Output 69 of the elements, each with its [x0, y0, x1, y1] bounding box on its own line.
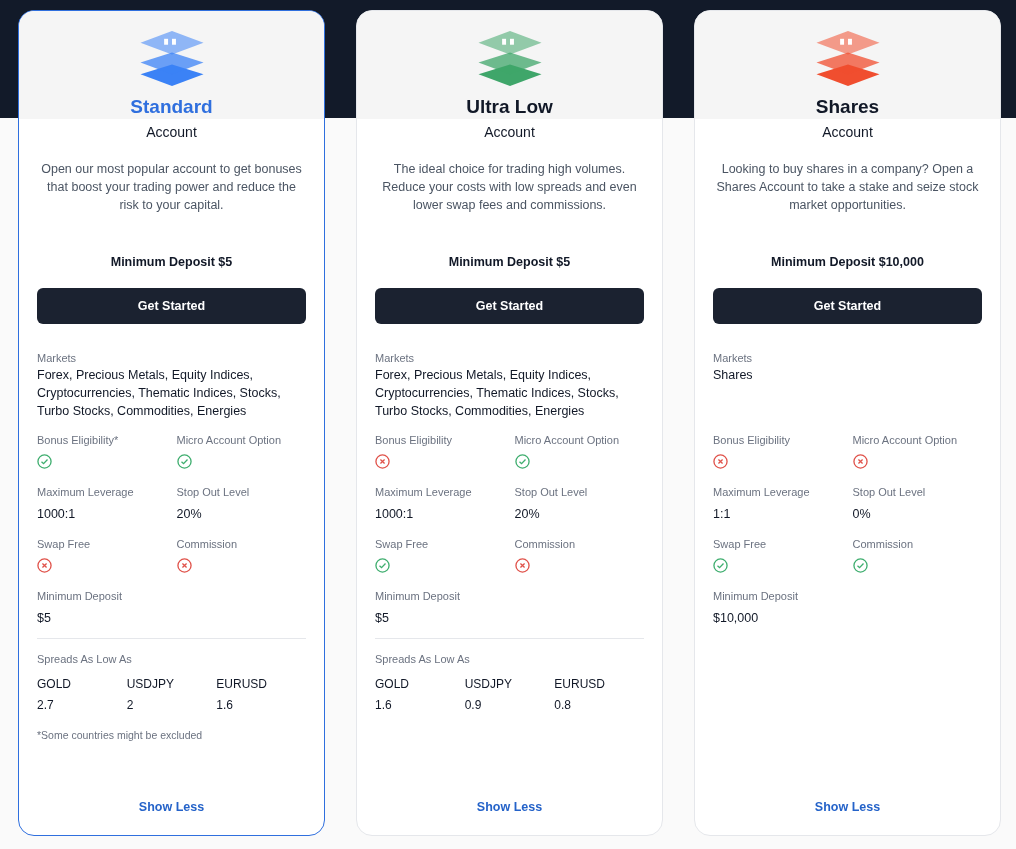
account-description: The ideal choice for trading high volumes. Reduce your costs with low spreads and even lower swap fees and commissions.: [381, 161, 638, 214]
feature-value: $10,000: [713, 610, 760, 627]
markets-list: Forex, Precious Metals, Equity Indices, Cryptocurrencies, Thematic Indices, Stocks, Turbo Stocks, Commodities, Energies: [37, 366, 306, 432]
show-less-link[interactable]: Show Less: [476, 798, 543, 817]
feature-label: Swap Free: [375, 537, 430, 552]
show-less-link[interactable]: Show Less: [814, 798, 881, 817]
spread-symbol: USDJPY: [464, 676, 513, 693]
feature-label: Minimum Deposit: [375, 589, 461, 604]
feature-label: Stop Out Level: [852, 485, 927, 500]
feature-label: Swap Free: [713, 537, 768, 552]
markets-list: Forex, Precious Metals, Equity Indices, Cryptocurrencies, Thematic Indices, Stocks, Turbo Stocks, Commodities, Energies: [375, 366, 644, 432]
spreads-label: Spreads As Low As: [375, 652, 471, 667]
feature-value: 1000:1: [375, 506, 415, 523]
feature-label: Minimum Deposit: [37, 589, 123, 604]
footnote: *Some countries might be excluded: [37, 728, 204, 743]
feature-value: $5: [37, 610, 52, 627]
feature-label: Commission: [514, 537, 576, 552]
feature-value: 20%: [176, 506, 203, 523]
spread-value: 0.9: [464, 697, 483, 714]
feature-value: 0%: [852, 506, 872, 523]
feature-label: Micro Account Option: [176, 433, 283, 448]
markets-label: Markets: [713, 351, 754, 366]
spreads-label: Spreads As Low As: [37, 652, 133, 667]
feature-label: Maximum Leverage: [375, 485, 473, 500]
minimum-deposit-heading: Minimum Deposit $10,000: [770, 254, 925, 271]
get-started-button[interactable]: Get Started: [375, 288, 644, 324]
feature-label: Maximum Leverage: [37, 485, 135, 500]
minimum-deposit-heading: Minimum Deposit $5: [109, 254, 234, 271]
feature-label: Micro Account Option: [514, 433, 621, 448]
account-description: Looking to buy shares in a company? Open a Shares Account to take a stake and seize stock market opportunities.: [715, 161, 980, 214]
show-less-link[interactable]: Show Less: [138, 798, 205, 817]
feature-label: Stop Out Level: [176, 485, 251, 500]
feature-value: 1:1: [713, 506, 732, 523]
feature-label: Commission: [176, 537, 238, 552]
feature-value: 1000:1: [37, 506, 77, 523]
account-name: Shares: [815, 95, 880, 119]
spread-value: 2.7: [37, 697, 55, 714]
get-started-button[interactable]: Get Started: [37, 288, 306, 324]
account-name: Ultra Low: [466, 95, 553, 119]
feature-label: Bonus Eligibility: [375, 433, 454, 448]
spread-value: 0.8: [554, 697, 572, 714]
feature-value: 20%: [514, 506, 541, 523]
feature-label: Micro Account Option: [852, 433, 959, 448]
markets-label: Markets: [37, 351, 78, 366]
feature-label: Commission: [852, 537, 914, 552]
spread-symbol: GOLD: [37, 676, 72, 693]
spread-symbol: USDJPY: [126, 676, 175, 693]
account-subtitle: Account: [821, 123, 874, 142]
feature-label: Swap Free: [37, 537, 92, 552]
spread-value: 1.6: [375, 697, 393, 714]
feature-label: Maximum Leverage: [713, 485, 811, 500]
account-name: Standard: [130, 95, 213, 119]
spread-symbol: EURUSD: [554, 676, 606, 693]
feature-label: Bonus Eligibility*: [37, 433, 120, 448]
account-subtitle: Account: [145, 123, 198, 142]
minimum-deposit-heading: Minimum Deposit $5: [447, 254, 572, 271]
account-subtitle: Account: [483, 123, 536, 142]
feature-value: $5: [375, 610, 390, 627]
feature-label: Bonus Eligibility: [713, 433, 792, 448]
markets-list: Shares: [713, 366, 982, 432]
markets-label: Markets: [375, 351, 416, 366]
spread-symbol: EURUSD: [216, 676, 268, 693]
feature-label: Stop Out Level: [514, 485, 589, 500]
spread-value: 2: [126, 697, 135, 714]
feature-label: Minimum Deposit: [713, 589, 799, 604]
account-description: Open our most popular account to get bonuses that boost your trading power and reduce the risk to your capital.: [40, 161, 303, 214]
spread-symbol: GOLD: [375, 676, 410, 693]
spread-value: 1.6: [216, 697, 234, 714]
get-started-button[interactable]: Get Started: [713, 288, 982, 324]
